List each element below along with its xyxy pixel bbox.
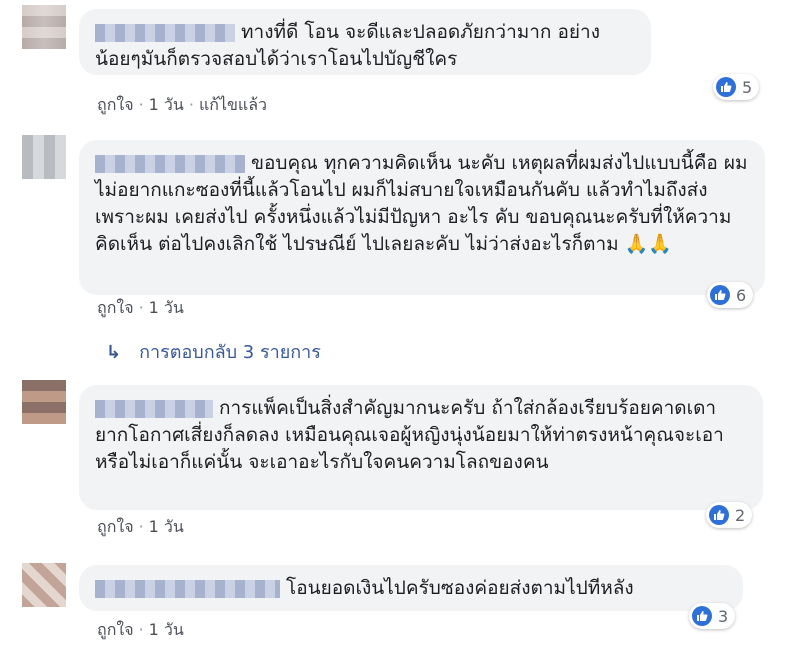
comment-actions: ถูกใจ · 1 วัน (97, 620, 184, 640)
comment-bubble: ขอบคุณ ทุกความคิดเห็น นะคับ เหตุผลที่ผมส… (79, 140, 765, 295)
reaction-count: 2 (735, 505, 746, 525)
separator: · (138, 298, 144, 317)
thumbs-up-icon (692, 606, 712, 626)
comment-bubble: ทางที่ดี โอน จะดีและปลอดภัยกว่ามาก อย่าง… (79, 9, 651, 75)
separator: · (138, 517, 144, 536)
like-link[interactable]: ถูกใจ (97, 298, 134, 317)
comment-actions: ถูกใจ · 1 วัน (97, 517, 184, 537)
reaction-count-badge[interactable]: 2 (706, 502, 753, 528)
avatar[interactable] (22, 135, 66, 179)
author-name-blurred[interactable] (95, 154, 245, 173)
reaction-count-badge[interactable]: 6 (707, 282, 754, 308)
timestamp[interactable]: 1 วัน (149, 95, 184, 114)
timestamp[interactable]: 1 วัน (149, 517, 184, 536)
separator: · (138, 620, 144, 639)
timestamp[interactable]: 1 วัน (149, 620, 184, 639)
comment-actions: ถูกใจ · 1 วัน (97, 298, 184, 318)
timestamp[interactable]: 1 วัน (149, 298, 184, 317)
comment-bubble: โอนยอดเงินไปครับซองค่อยส่งตามไปทีหลัง (79, 565, 743, 611)
reaction-count-badge[interactable]: 5 (713, 74, 760, 100)
author-name-blurred[interactable] (95, 579, 280, 598)
author-name-blurred[interactable] (95, 23, 235, 42)
reaction-count: 5 (742, 77, 753, 97)
author-name-blurred[interactable] (95, 399, 213, 418)
reaction-count: 3 (718, 606, 729, 626)
reply-arrow-icon: ↳ (106, 342, 122, 363)
reaction-count: 6 (736, 285, 747, 305)
like-link[interactable]: ถูกใจ (97, 95, 134, 114)
thumbs-up-icon (710, 285, 730, 305)
separator: · (188, 95, 194, 114)
avatar[interactable] (22, 5, 66, 49)
comment-text: โอนยอดเงินไปครับซองค่อยส่งตามไปทีหลัง (286, 577, 634, 599)
avatar[interactable] (22, 380, 66, 424)
thumbs-up-icon (716, 77, 736, 97)
comment-bubble: การแพ็คเป็นสิ่งสำคัญมากนะครับ ถ้าใส่กล้อ… (79, 385, 763, 510)
separator: · (138, 95, 144, 114)
reaction-count-badge[interactable]: 3 (689, 603, 736, 629)
replies-label: การตอบกลับ 3 รายการ (139, 342, 321, 363)
like-link[interactable]: ถูกใจ (97, 620, 134, 639)
edited-label[interactable]: แก้ไขแล้ว (199, 95, 267, 114)
comment-actions: ถูกใจ · 1 วัน · แก้ไขแล้ว (97, 95, 267, 115)
view-replies-link[interactable]: ↳ การตอบกลับ 3 รายการ (106, 342, 321, 364)
thumbs-up-icon (709, 505, 729, 525)
avatar[interactable] (22, 563, 66, 607)
like-link[interactable]: ถูกใจ (97, 517, 134, 536)
